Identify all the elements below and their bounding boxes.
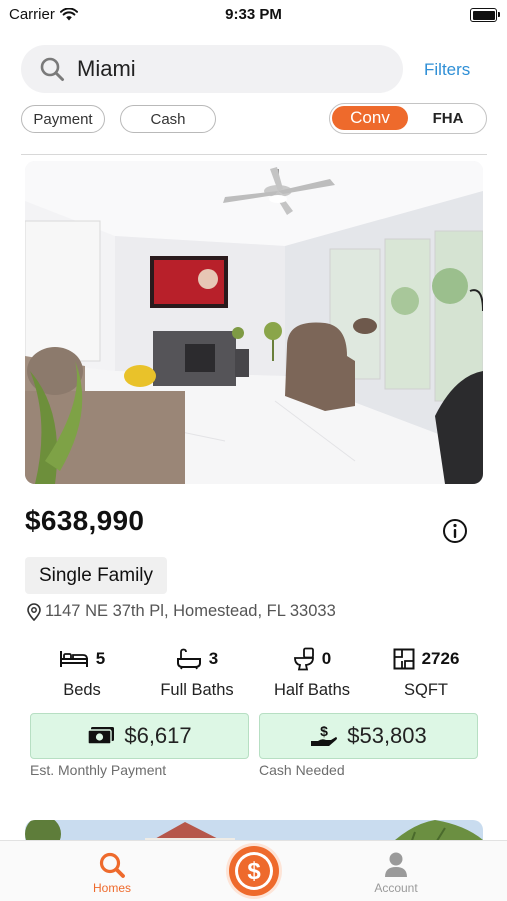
sqft-value: 2726 — [421, 649, 460, 668]
dollar-icon: $ — [235, 852, 273, 890]
sqft-label: SQFT — [404, 681, 448, 699]
cash-needed-label: Cash Needed — [259, 762, 345, 778]
fha-option[interactable]: FHA — [418, 106, 478, 130]
half-baths-label: Half Baths — [273, 681, 351, 699]
toilet-icon — [293, 647, 314, 671]
search-icon — [40, 57, 64, 81]
status-bar: Carrier 9:33 PM — [0, 0, 507, 30]
cash-needed-value: $53,803 — [347, 723, 427, 748]
sqft-stat: 2726 SQFT — [366, 646, 486, 700]
divider — [21, 154, 487, 155]
filters-button[interactable]: Filters — [424, 60, 470, 80]
beds-label: Beds — [63, 681, 101, 699]
search-bar[interactable] — [21, 45, 403, 93]
tab-homes[interactable]: Homes — [62, 847, 162, 895]
person-icon — [385, 852, 407, 877]
monthly-payment-label: Est. Monthly Payment — [30, 762, 167, 778]
bed-icon — [59, 651, 88, 667]
tab-payment-center-button[interactable]: $ — [229, 846, 279, 896]
cash-needed-box[interactable]: $ $53,803 — [259, 713, 478, 759]
tab-account[interactable]: Account — [346, 847, 446, 895]
bathtub-icon — [176, 648, 201, 670]
info-icon[interactable] — [442, 518, 468, 544]
payment-chip[interactable]: Payment — [21, 105, 105, 133]
half-baths-value: 0 — [321, 649, 332, 668]
monthly-payment-box[interactable]: $6,617 — [30, 713, 249, 759]
svg-text:$: $ — [320, 724, 328, 739]
address: 1147 NE 37th Pl, Homestead, FL 33033 — [27, 602, 336, 621]
property-type-badge: Single Family — [25, 557, 167, 594]
battery-icon — [470, 8, 500, 22]
beds-stat: 5 Beds — [22, 646, 142, 700]
full-baths-value: 3 — [208, 649, 219, 668]
hand-dollar-icon: $ — [311, 724, 338, 746]
tab-bar: Homes $ Account — [0, 840, 507, 901]
half-baths-stat: 0 Half Baths — [252, 646, 372, 700]
location-pin-icon — [27, 602, 41, 621]
cash-chip[interactable]: Cash — [120, 105, 216, 133]
listing-photo[interactable] — [25, 161, 483, 484]
conv-option[interactable]: Conv — [332, 106, 408, 130]
listing-price: $638,990 — [25, 505, 145, 536]
svg-text:$: $ — [247, 858, 261, 885]
clock: 9:33 PM — [225, 6, 282, 23]
beds-value: 5 — [95, 649, 106, 668]
tab-account-label: Account — [374, 881, 418, 895]
search-input[interactable] — [75, 55, 359, 83]
address-text: 1147 NE 37th Pl, Homestead, FL 33033 — [45, 602, 336, 620]
tab-homes-label: Homes — [92, 881, 131, 895]
search-icon — [99, 852, 125, 878]
living-room-image — [25, 161, 483, 484]
cash-icon — [87, 727, 115, 745]
full-baths-label: Full Baths — [160, 681, 234, 699]
monthly-payment-value: $6,617 — [124, 723, 192, 748]
full-baths-stat: 3 Full Baths — [137, 646, 257, 700]
loan-type-toggle: Conv FHA — [329, 103, 487, 134]
floorplan-icon — [393, 648, 415, 670]
